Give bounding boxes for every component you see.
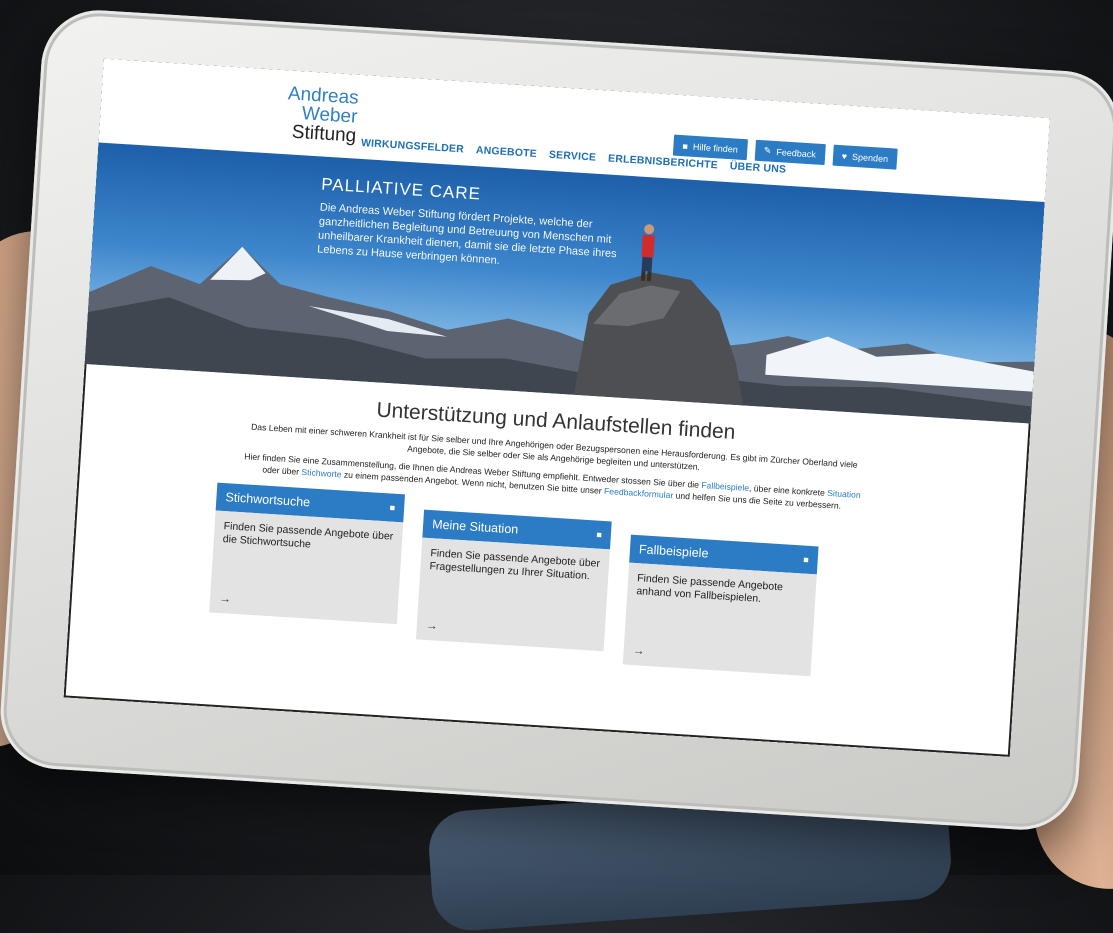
stichworte-link[interactable]: Stichworte [301, 467, 342, 479]
card-description: Finden Sie passende Angebote über die St… [222, 520, 394, 551]
card-meine-situation[interactable]: Meine Situation ■ Finden Sie passende An… [415, 509, 612, 664]
site-logo[interactable]: Andreas Weber Stiftung [285, 83, 359, 147]
nav-item-wirkungsfelder[interactable]: WIRKUNGSFELDER [361, 137, 465, 155]
camera-icon: ■ [596, 529, 603, 540]
arrow-right-icon[interactable]: → [632, 643, 645, 658]
edit-icon: ✎ [763, 145, 772, 156]
card-body: Finden Sie passende Angebote über die St… [209, 510, 404, 625]
camera-icon: ■ [802, 554, 810, 565]
entry-cards: Stichwortsuche ■ Finden Sie passende Ang… [208, 482, 1024, 689]
donate-button-label: Spenden [851, 151, 889, 164]
card-body: Finden Sie passende Angebote über Frages… [415, 537, 610, 652]
logo-line-3: Stiftung [291, 121, 357, 147]
card-title: Stichwortsuche [225, 490, 311, 510]
card-title: Meine Situation [431, 517, 519, 537]
card-description: Finden Sie passende Angebote anhand von … [636, 572, 784, 605]
camera-icon: ■ [389, 502, 396, 513]
tablet-device: Andreas Weber Stiftung ■ Hilfe finden ✎ … [0, 6, 1113, 834]
feedbackformular-link[interactable]: Feedbackformular [604, 486, 674, 500]
nav-item-service[interactable]: SERVICE [549, 149, 597, 164]
nav-item-angebote[interactable]: ANGEBOTE [476, 144, 538, 160]
feedback-button-label: Feedback [776, 146, 817, 160]
intro-text-segment: oder über [262, 464, 300, 477]
card-stichwortsuche[interactable]: Stichwortsuche ■ Finden Sie passende Ang… [208, 482, 406, 650]
arrow-right-icon[interactable]: → [219, 591, 232, 606]
arrow-right-icon[interactable]: → [425, 618, 438, 633]
camera-icon: ■ [682, 140, 689, 151]
card-description: Finden Sie passende Angebote über Frages… [429, 547, 601, 583]
help-button-label: Hilfe finden [692, 141, 739, 155]
nav-item-ueber-uns[interactable]: ÜBER UNS [729, 160, 786, 176]
card-title: Fallbeispiele [638, 542, 709, 561]
heart-icon: ♥ [841, 150, 848, 161]
feedback-button[interactable]: ✎ Feedback [754, 139, 826, 166]
card-fallbeispiele[interactable]: Fallbeispiele ■ Finden Sie passende Ange… [622, 534, 819, 677]
card-body: Finden Sie passende Angebote anhand von … [622, 562, 817, 677]
fallbeispiele-link[interactable]: Fallbeispiele [701, 480, 749, 493]
donate-button[interactable]: ♥ Spenden [832, 144, 898, 170]
tablet-screen: Andreas Weber Stiftung ■ Hilfe finden ✎ … [63, 58, 1050, 757]
situation-link[interactable]: Situation [827, 488, 861, 500]
